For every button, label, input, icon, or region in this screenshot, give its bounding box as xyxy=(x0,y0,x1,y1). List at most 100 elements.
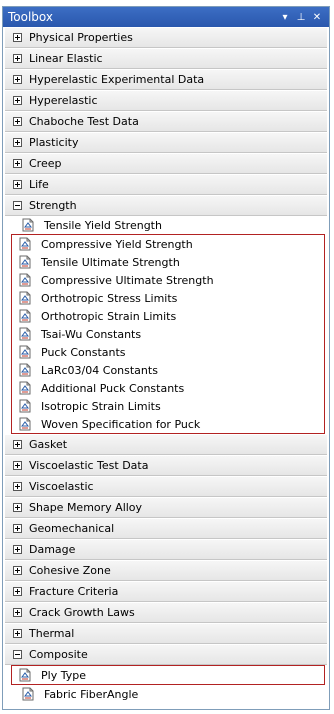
property-document-icon xyxy=(18,363,32,377)
highlight-box-strength: Compressive Yield Strength Tensile Ultima… xyxy=(11,234,325,434)
category-label: Physical Properties xyxy=(29,31,133,44)
dropdown-icon[interactable]: ▾ xyxy=(277,12,293,23)
category-viscoelastic-test-data[interactable]: Viscoelastic Test Data xyxy=(5,455,327,476)
collapse-icon[interactable] xyxy=(13,201,22,210)
category-viscoelastic[interactable]: Viscoelastic xyxy=(5,476,327,497)
expand-icon[interactable] xyxy=(13,629,22,638)
toolbox-item-isotropic-strain-limits[interactable]: Isotropic Strain Limits xyxy=(12,397,324,415)
toolbox-item-tsai-wu-constants[interactable]: Tsai-Wu Constants xyxy=(12,325,324,343)
collapse-icon[interactable] xyxy=(13,650,22,659)
expand-icon[interactable] xyxy=(13,545,22,554)
property-document-icon xyxy=(18,399,32,413)
category-thermal[interactable]: Thermal xyxy=(5,623,327,644)
property-document-icon xyxy=(18,255,32,269)
toolbox-item-ply-type[interactable]: Ply Type xyxy=(12,666,324,684)
category-plasticity[interactable]: Plasticity xyxy=(5,132,327,153)
toolbox-list: Physical Properties Linear Elastic Hyperel… xyxy=(3,27,329,703)
toolbox-item-woven-specification-for-puck[interactable]: Woven Specification for Puck xyxy=(12,415,324,433)
item-label: Tensile Ultimate Strength xyxy=(41,255,180,269)
category-label: Thermal xyxy=(29,627,75,640)
item-label: Orthotropic Stress Limits xyxy=(41,291,178,305)
category-creep[interactable]: Creep xyxy=(5,153,327,174)
category-label: Life xyxy=(29,178,49,191)
expand-icon[interactable] xyxy=(13,566,22,575)
toolbox-item-tensile-ultimate-strength[interactable]: Tensile Ultimate Strength xyxy=(12,253,324,271)
category-label: Plasticity xyxy=(29,136,79,149)
close-icon[interactable]: ✕ xyxy=(309,12,325,23)
category-cohesive-zone[interactable]: Cohesive Zone xyxy=(5,560,327,581)
property-document-icon xyxy=(18,273,32,287)
item-label: Ply Type xyxy=(41,668,86,682)
property-document-icon xyxy=(21,687,35,701)
expand-icon[interactable] xyxy=(13,440,22,449)
property-document-icon xyxy=(18,417,32,431)
property-document-icon xyxy=(21,218,35,232)
category-label: Geomechanical xyxy=(29,522,115,535)
category-fracture-criteria[interactable]: Fracture Criteria xyxy=(5,581,327,602)
category-label: Linear Elastic xyxy=(29,52,103,65)
category-label: Fracture Criteria xyxy=(29,585,119,598)
item-label: LaRc03/04 Constants xyxy=(41,363,158,377)
category-label: Creep xyxy=(29,157,62,170)
property-document-icon xyxy=(18,309,32,323)
expand-icon[interactable] xyxy=(13,587,22,596)
expand-icon[interactable] xyxy=(13,159,22,168)
expand-icon[interactable] xyxy=(13,503,22,512)
property-document-icon xyxy=(18,668,32,682)
expand-icon[interactable] xyxy=(13,33,22,42)
toolbox-item-fabric-fiberangle[interactable]: Fabric FiberAngle xyxy=(5,685,327,703)
item-label: Orthotropic Strain Limits xyxy=(41,309,177,323)
toolbox-item-compressive-ultimate-strength[interactable]: Compressive Ultimate Strength xyxy=(12,271,324,289)
category-label: Shape Memory Alloy xyxy=(29,501,143,514)
category-damage[interactable]: Damage xyxy=(5,539,327,560)
expand-icon[interactable] xyxy=(13,461,22,470)
expand-icon[interactable] xyxy=(13,608,22,617)
expand-icon[interactable] xyxy=(13,54,22,63)
expand-icon[interactable] xyxy=(13,96,22,105)
expand-icon[interactable] xyxy=(13,180,22,189)
property-document-icon xyxy=(18,237,32,251)
toolbox-item-compressive-yield-strength[interactable]: Compressive Yield Strength xyxy=(12,235,324,253)
pin-icon[interactable]: ⊥ xyxy=(293,12,309,23)
property-document-icon xyxy=(18,327,32,341)
category-chaboche-test-data[interactable]: Chaboche Test Data xyxy=(5,111,327,132)
category-linear-elastic[interactable]: Linear Elastic xyxy=(5,48,327,69)
category-label: Hyperelastic xyxy=(29,94,98,107)
expand-icon[interactable] xyxy=(13,524,22,533)
toolbox-item-tensile-yield-strength[interactable]: Tensile Yield Strength xyxy=(5,216,327,234)
expand-icon[interactable] xyxy=(13,138,22,147)
category-physical-properties[interactable]: Physical Properties xyxy=(5,27,327,48)
toolbox-item-additional-puck-constants[interactable]: Additional Puck Constants xyxy=(12,379,324,397)
property-document-icon xyxy=(18,291,32,305)
category-label: Crack Growth Laws xyxy=(29,606,135,619)
category-label: Chaboche Test Data xyxy=(29,115,139,128)
item-label: Tensile Yield Strength xyxy=(44,218,162,232)
toolbox-panel: Toolbox ▾ ⊥ ✕ Physical Properties Linear … xyxy=(2,6,330,710)
toolbox-item-orthotropic-strain-limits[interactable]: Orthotropic Strain Limits xyxy=(12,307,324,325)
highlight-box-composite: Ply Type xyxy=(11,665,325,685)
item-label: Compressive Yield Strength xyxy=(41,237,193,251)
category-hyperelastic-experimental-data[interactable]: Hyperelastic Experimental Data xyxy=(5,69,327,90)
category-hyperelastic[interactable]: Hyperelastic xyxy=(5,90,327,111)
expand-icon[interactable] xyxy=(13,117,22,126)
category-label: Viscoelastic Test Data xyxy=(29,459,149,472)
toolbox-titlebar: Toolbox ▾ ⊥ ✕ xyxy=(3,7,329,27)
item-label: Compressive Ultimate Strength xyxy=(41,273,214,287)
toolbox-item-larc03-04-constants[interactable]: LaRc03/04 Constants xyxy=(12,361,324,379)
category-shape-memory-alloy[interactable]: Shape Memory Alloy xyxy=(5,497,327,518)
category-crack-growth-laws[interactable]: Crack Growth Laws xyxy=(5,602,327,623)
category-strength[interactable]: Strength xyxy=(5,195,327,216)
toolbox-title: Toolbox xyxy=(8,10,53,24)
expand-icon[interactable] xyxy=(13,75,22,84)
category-gasket[interactable]: Gasket xyxy=(5,434,327,455)
category-label: Cohesive Zone xyxy=(29,564,111,577)
property-document-icon xyxy=(18,345,32,359)
item-label: Puck Constants xyxy=(41,345,126,359)
category-label: Strength xyxy=(29,199,77,212)
category-composite[interactable]: Composite xyxy=(5,644,327,665)
expand-icon[interactable] xyxy=(13,482,22,491)
toolbox-item-orthotropic-stress-limits[interactable]: Orthotropic Stress Limits xyxy=(12,289,324,307)
toolbox-item-puck-constants[interactable]: Puck Constants xyxy=(12,343,324,361)
category-life[interactable]: Life xyxy=(5,174,327,195)
category-geomechanical[interactable]: Geomechanical xyxy=(5,518,327,539)
